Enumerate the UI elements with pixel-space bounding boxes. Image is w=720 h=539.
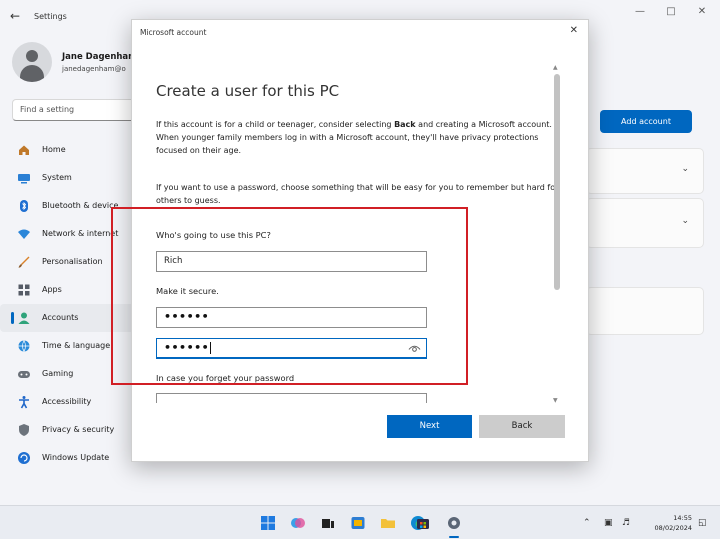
user-name: Jane Dagenham xyxy=(62,52,138,62)
avatar xyxy=(12,42,52,82)
sidebar-item-label: Bluetooth & device xyxy=(42,201,119,210)
active-app-indicator xyxy=(449,536,459,538)
dialog-scrollbar[interactable]: ▲ ▼ xyxy=(552,64,562,404)
text-caret xyxy=(210,342,212,354)
sidebar-item-privacy-security[interactable]: Privacy & security xyxy=(0,416,140,444)
copilot-icon[interactable] xyxy=(290,515,306,531)
confirm-password-input[interactable]: •••••• xyxy=(156,338,427,359)
taskbar-clock[interactable]: 14:55 08/02/2024 xyxy=(646,513,692,533)
sidebar-item-accessibility[interactable]: Accessibility xyxy=(0,388,140,416)
security-question-select[interactable] xyxy=(156,393,427,403)
sidebar-item-label: Accounts xyxy=(42,313,79,322)
add-account-button[interactable]: Add account xyxy=(600,110,692,133)
who-label: Who's going to use this PC? xyxy=(156,230,271,240)
back-button[interactable]: Back xyxy=(479,415,565,438)
confirm-password-wrapper: •••••• xyxy=(164,341,212,354)
file-explorer-icon[interactable] xyxy=(380,515,396,531)
scrollbar-thumb[interactable] xyxy=(554,74,560,290)
sidebar-item-label: Home xyxy=(42,145,66,154)
wifi-icon xyxy=(17,227,31,241)
settings-card[interactable]: ⌄ xyxy=(586,148,704,194)
sidebar-item-system[interactable]: System xyxy=(0,164,140,192)
intro-text: If this account is for a child or teenag… xyxy=(156,120,552,155)
chevron-down-icon: ⌄ xyxy=(681,164,689,174)
sidebar-item-label: Windows Update xyxy=(42,453,110,462)
home-icon xyxy=(17,143,31,157)
sidebar-item-bluetooth[interactable]: Bluetooth & device xyxy=(0,192,140,220)
bluetooth-icon xyxy=(17,199,31,213)
search-placeholder: Find a setting xyxy=(20,105,75,114)
accessibility-icon xyxy=(17,395,31,409)
password-input[interactable]: •••••• xyxy=(156,307,427,328)
user-email: janedagenham@o xyxy=(62,65,126,73)
reveal-password-icon[interactable] xyxy=(408,342,421,355)
network-icon[interactable]: ▣ xyxy=(604,518,613,528)
clock-time: 14:55 xyxy=(673,514,692,522)
forget-label: In case you forget your password xyxy=(156,373,295,383)
update-icon xyxy=(17,451,31,465)
sidebar-item-label: Gaming xyxy=(42,369,74,378)
sidebar-item-label: Network & internet xyxy=(42,229,119,238)
dialog-heading: Create a user for this PC xyxy=(156,82,340,100)
close-icon[interactable]: ✕ xyxy=(570,25,578,36)
sidebar-item-label: Accessibility xyxy=(42,397,92,406)
clock-date: 08/02/2024 xyxy=(654,524,692,532)
volume-icon[interactable]: ♬ xyxy=(622,518,630,528)
sidebar-item-label: Privacy & security xyxy=(42,425,115,434)
apps-icon xyxy=(17,283,31,297)
confirm-password-value: •••••• xyxy=(164,341,210,354)
sidebar-item-apps[interactable]: Apps xyxy=(0,276,140,304)
minimize-icon[interactable]: — xyxy=(630,6,650,17)
sidebar-item-label: Apps xyxy=(42,285,62,294)
notification-icon[interactable]: ◱ xyxy=(698,518,707,528)
secure-label: Make it secure. xyxy=(156,286,219,296)
scroll-down-icon[interactable]: ▼ xyxy=(553,397,558,404)
scroll-up-icon[interactable]: ▲ xyxy=(553,64,558,71)
monitor-icon xyxy=(17,171,31,185)
sidebar-item-time-language[interactable]: Time & language xyxy=(0,332,140,360)
microsoft-account-dialog: Microsoft account ✕ Create a user for th… xyxy=(131,19,589,462)
sidebar-nav: Home System Bluetooth & device Network &… xyxy=(0,136,140,472)
widgets-icon[interactable] xyxy=(350,515,366,531)
brush-icon xyxy=(17,255,31,269)
settings-card xyxy=(586,287,704,335)
username-input[interactable]: Rich xyxy=(156,251,427,272)
sidebar-item-label: Personalisation xyxy=(42,257,103,266)
taskbar: ⌃ ▣ ♬ 14:55 08/02/2024 ◱ xyxy=(0,505,720,539)
globe-icon xyxy=(17,339,31,353)
settings-icon[interactable] xyxy=(446,515,462,531)
next-button[interactable]: Next xyxy=(387,415,472,438)
sidebar-item-home[interactable]: Home xyxy=(0,136,140,164)
password-value: •••••• xyxy=(164,310,210,323)
gamepad-icon xyxy=(17,367,31,381)
sidebar-item-gaming[interactable]: Gaming xyxy=(0,360,140,388)
sidebar-item-windows-update[interactable]: Windows Update xyxy=(0,444,140,472)
password-hint-text: If you want to use a password, choose so… xyxy=(156,183,559,205)
app-title: Settings xyxy=(34,12,67,21)
shield-icon xyxy=(17,423,31,437)
task-view-icon[interactable] xyxy=(320,515,336,531)
sidebar-item-accounts[interactable]: Accounts xyxy=(0,304,140,332)
sidebar-item-personalisation[interactable]: Personalisation xyxy=(0,248,140,276)
windows-start-icon[interactable] xyxy=(260,515,276,531)
chevron-up-icon[interactable]: ⌃ xyxy=(583,518,591,528)
accounts-icon xyxy=(17,311,31,325)
back-arrow-icon[interactable]: ← xyxy=(10,9,20,23)
maximize-icon[interactable]: □ xyxy=(661,6,681,17)
username-value: Rich xyxy=(164,256,183,266)
sidebar-item-network[interactable]: Network & internet xyxy=(0,220,140,248)
sidebar-item-label: System xyxy=(42,173,72,182)
close-window-icon[interactable]: ✕ xyxy=(692,6,712,17)
sidebar-item-label: Time & language xyxy=(42,341,111,350)
dialog-title: Microsoft account xyxy=(140,28,207,37)
settings-card[interactable]: ⌄ xyxy=(586,198,704,248)
store-icon[interactable] xyxy=(415,515,431,531)
chevron-down-icon: ⌄ xyxy=(681,216,689,226)
